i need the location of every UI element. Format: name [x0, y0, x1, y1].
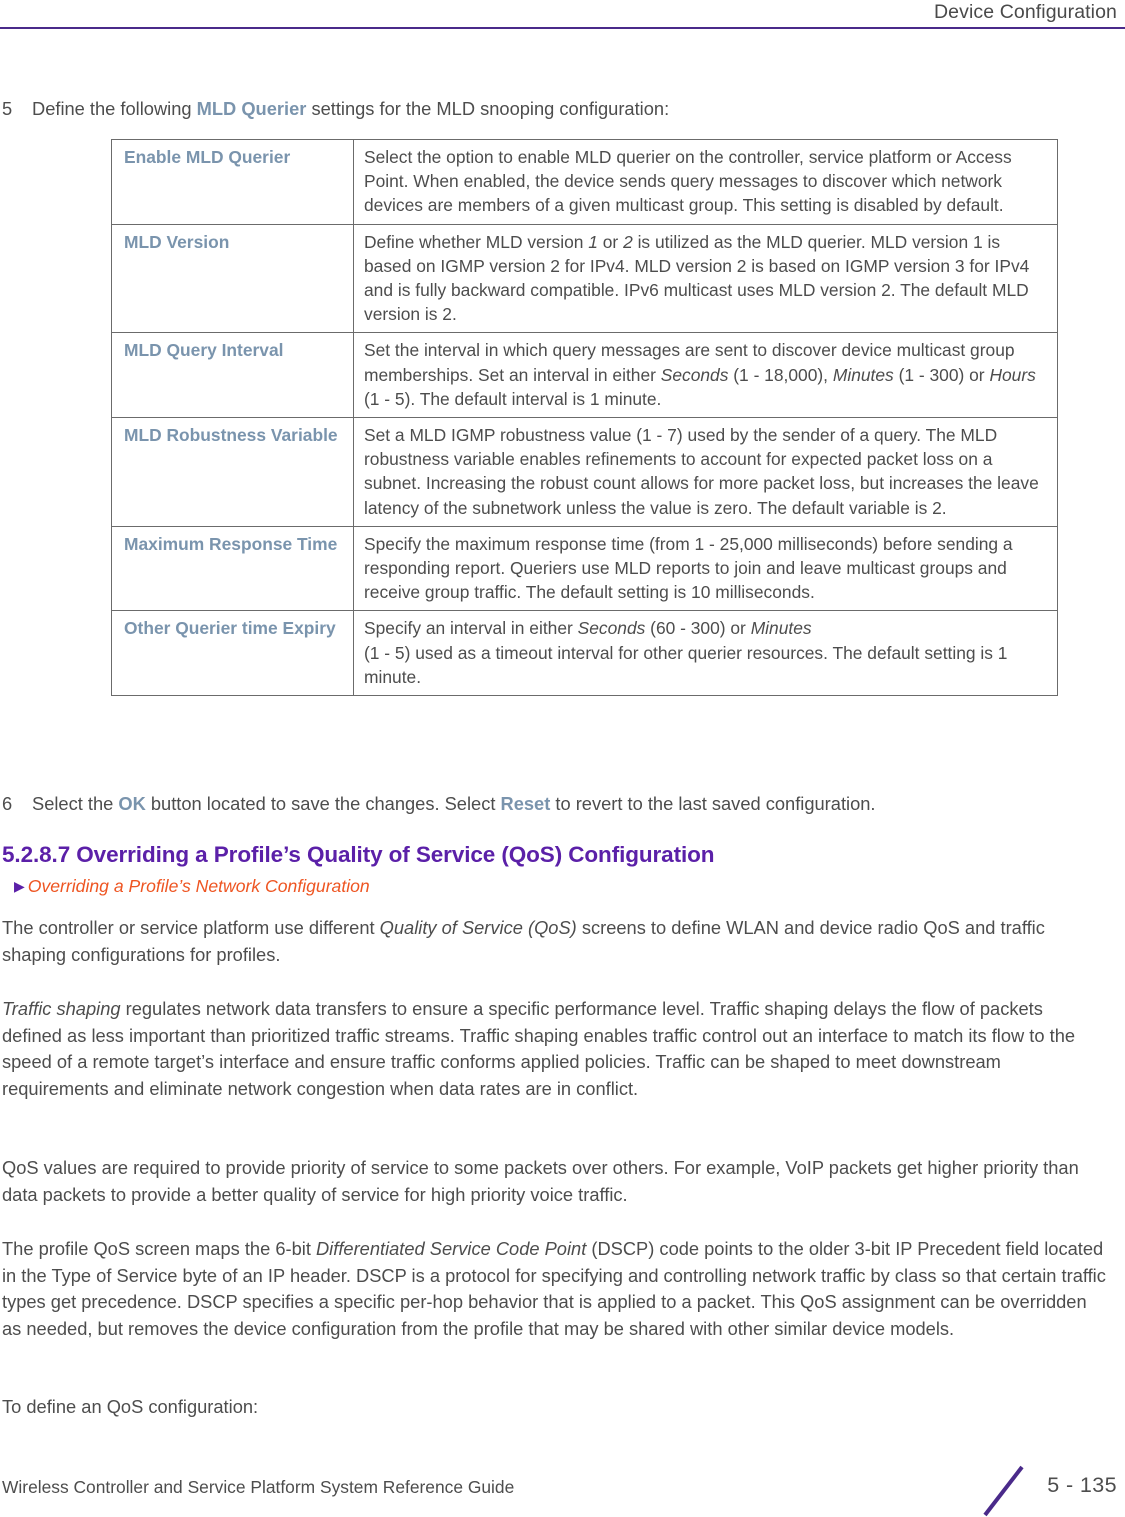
table-row: MLD Robustness Variable Set a MLD IGMP ro… [111, 417, 1058, 527]
page-header-title: Device Configuration [933, 1, 1117, 23]
paragraph-to-define: To define an QoS configuration: [2, 1394, 1106, 1421]
plain-text: The profile QoS screen maps the 6-bit [2, 1238, 316, 1259]
table-row: MLD Query Interval Set the interval in wh… [111, 332, 1058, 419]
parameter-label: MLD Query Interval [111, 332, 354, 419]
triangle-right-icon: ▶ [14, 878, 25, 894]
section-heading: 5.2.8.7 Overriding a Profile’s Quality o… [2, 842, 715, 867]
plain-text: Specify an interval in either [364, 618, 578, 639]
paragraph-qos-values: QoS values are required to provide prior… [2, 1155, 1106, 1208]
table-body: Enable MLD Querier Select the option to e… [111, 139, 1058, 697]
plain-text: QoS values are required to provide prior… [2, 1157, 1079, 1205]
footer-slash-decoration [982, 1465, 1026, 1517]
footer-page-number: 5 - 135 [1047, 1473, 1117, 1497]
paragraph-dscp: The profile QoS screen maps the 6-bit Di… [2, 1236, 1106, 1342]
plain-text: (1 - 5) used as a timeout interval for o… [364, 642, 1008, 687]
mld-querier-parameter-table: Enable MLD Querier Select the option to e… [111, 139, 1058, 697]
running-header: Device Configuration [0, 0, 1125, 30]
emphasis-text: Hours [989, 364, 1036, 385]
table-row: MLD Version Define whether MLD version 1 … [111, 223, 1058, 334]
parameter-label: Other Querier time Expiry [111, 610, 354, 697]
parameter-label: MLD Version [111, 223, 354, 334]
plain-text: Define whether MLD version [364, 231, 589, 252]
paragraph-traffic-shaping: Traffic shaping regulates network data t… [2, 996, 1106, 1102]
step-5: 5 Define the following MLD Querier settin… [2, 96, 669, 121]
step-5-ui-term: MLD Querier [196, 98, 307, 119]
plain-text: (1 - 5). The default interval is 1 minut… [364, 388, 662, 409]
emphasis-text: Seconds [577, 618, 646, 639]
parameter-description: Set a MLD IGMP robustness value (1 - 7) … [353, 417, 1058, 527]
parameter-description: Specify an interval in either Seconds (6… [353, 610, 1058, 697]
emphasis-text: Quality of Service (QoS) [379, 917, 577, 938]
step-5-number: 5 [2, 98, 13, 119]
step-6-text-middle: button located to save the changes. Sele… [145, 793, 501, 814]
step-5-text-after: settings for the MLD snooping configurat… [306, 98, 670, 119]
table-row: Other Querier time Expiry Specify an inte… [111, 610, 1058, 697]
parameter-label: MLD Robustness Variable [111, 417, 354, 527]
emphasis-text: Minutes [832, 364, 894, 385]
cross-reference-link[interactable]: ▶ Overriding a Profile’s Network Configur… [14, 876, 370, 897]
paragraph-qos-intro: The controller or service platform use d… [2, 915, 1106, 968]
step-6-reset-term: Reset [500, 793, 551, 814]
parameter-label: Maximum Response Time [111, 525, 354, 612]
plain-text: (1 - 300) or [893, 364, 990, 385]
plain-text: (1 - 18,000), [728, 364, 833, 385]
table-row: Enable MLD Querier Select the option to e… [111, 139, 1058, 225]
table-row: Maximum Response Time Specify the maximum… [111, 525, 1058, 612]
step-5-text-before: Define the following [32, 98, 197, 119]
parameter-description: Define whether MLD version 1 or 2 is uti… [353, 223, 1058, 334]
plain-text: The controller or service platform use d… [2, 917, 380, 938]
step-6-text-before: Select the [32, 793, 119, 814]
emphasis-text: 2 [623, 231, 633, 252]
parameter-description: Specify the maximum response time (from … [353, 525, 1058, 612]
step-6-number: 6 [2, 793, 13, 814]
plain-text: (60 - 300) or [645, 618, 751, 639]
plain-text: To define an QoS configuration: [2, 1396, 259, 1417]
step-6-ok-term: OK [118, 793, 146, 814]
footer-guide-title: Wireless Controller and Service Platform… [2, 1477, 515, 1497]
emphasis-text: Differentiated Service Code Point [315, 1238, 587, 1259]
emphasis-text: Traffic shaping [2, 998, 121, 1019]
emphasis-text: Seconds [660, 364, 729, 385]
plain-text: regulates network data transfers to ensu… [2, 998, 1076, 1099]
step-6: 6 Select the OK button located to save th… [2, 791, 876, 816]
emphasis-text: Minutes [750, 618, 812, 639]
emphasis-text: 1 [588, 231, 598, 252]
step-6-text-after: to revert to the last saved configuratio… [550, 793, 876, 814]
plain-text: or [597, 231, 624, 252]
cross-reference-label: Overriding a Profile’s Network Configura… [27, 876, 370, 896]
header-rule [0, 27, 1125, 29]
parameter-label: Enable MLD Querier [111, 139, 354, 225]
parameter-description: Set the interval in which query messages… [353, 332, 1058, 419]
parameter-description: Select the option to enable MLD querier … [353, 139, 1058, 225]
